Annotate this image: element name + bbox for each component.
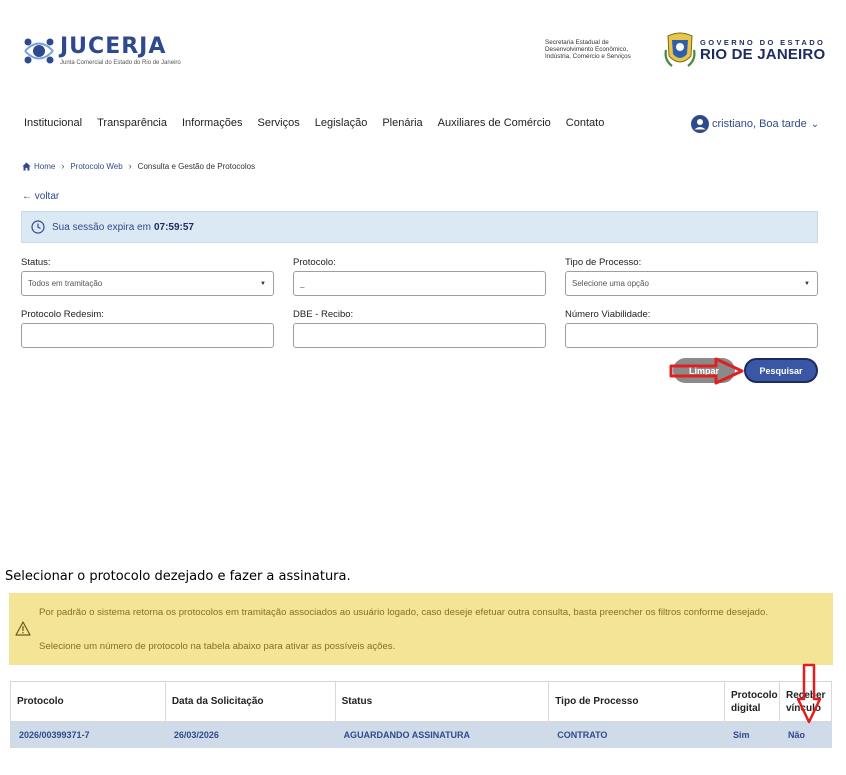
nav-item-informacoes[interactable]: Informações <box>182 117 243 129</box>
dbe-recibo-label: DBE - Recibo: <box>293 309 354 320</box>
col-protocolo-digital[interactable]: Protocolo digital <box>723 681 780 722</box>
cell-status: AGUARDANDO ASSINATURA <box>334 721 549 748</box>
chevron-right-icon: › <box>128 161 132 171</box>
logo-name: JUCERJA <box>60 34 167 59</box>
breadcrumb-home[interactable]: Home <box>34 162 55 171</box>
protocolo-redesim-input[interactable] <box>21 323 274 348</box>
dbe-recibo-input[interactable] <box>293 323 546 348</box>
cell-protocolo-digital: Sim <box>723 721 780 748</box>
tipo-processo-select-value: Selecione uma opção <box>572 279 649 288</box>
chevron-down-icon: ⌄ <box>810 118 820 130</box>
home-icon <box>22 161 31 171</box>
jucerja-logo[interactable]: JUCERJA Junta Comercial do Estado do Rio… <box>22 34 181 68</box>
info-line-2: Selecione um número de protocolo na tabe… <box>39 641 396 652</box>
annotation-arrow-right-icon <box>669 357 744 385</box>
tipo-processo-select[interactable]: Selecione uma opção ▼ <box>565 271 818 296</box>
warning-icon <box>15 621 31 636</box>
status-select[interactable]: Todos em tramitação ▼ <box>21 271 274 296</box>
caret-down-icon: ▼ <box>804 281 810 287</box>
secretaria-text: Secretaria Estadual de Desenvolvimento E… <box>545 39 631 61</box>
breadcrumb-current: Consulta e Gestão de Protocolos <box>137 161 256 171</box>
protocolo-input[interactable]: _ <box>293 271 546 296</box>
nav-item-legislacao[interactable]: Legislação <box>315 117 368 129</box>
session-text: Sua sessão expira em <box>52 221 151 233</box>
status-select-value: Todos em tramitação <box>28 279 103 288</box>
governo-rj-logo: GOVERNO DO ESTADO RIO DE JANEIRO <box>664 30 825 70</box>
nav-item-contato[interactable]: Contato <box>566 117 605 129</box>
info-alert: Por padrão o sistema retorna os protocol… <box>9 593 833 665</box>
chevron-right-icon: › <box>61 161 65 171</box>
secretaria-line: Secretaria Estadual de <box>545 39 609 46</box>
cell-data-solicitacao: 26/03/2026 <box>164 721 336 748</box>
gov-state-name: RIO DE JANEIRO <box>700 45 826 63</box>
user-menu[interactable]: cristiano, Boa tarde ⌄ <box>691 115 819 133</box>
nav-item-plenaria[interactable]: Plenária <box>382 117 422 129</box>
logo-subtitle: Junta Comercial do Estado do Rio de Jane… <box>60 60 181 66</box>
session-banner: Sua sessão expira em 07:59:57 <box>21 211 818 243</box>
search-button[interactable]: Pesquisar <box>744 358 818 383</box>
breadcrumb: Home › Protocolo Web › Consulta e Gestão… <box>22 161 255 171</box>
clock-icon <box>31 220 45 234</box>
col-tipo-processo[interactable]: Tipo de Processo <box>548 681 725 722</box>
protocolo-input-value: _ <box>300 279 305 288</box>
session-timer: 07:59:57 <box>153 221 194 233</box>
table-header-row: Protocolo Data da Solicitação Status Tip… <box>10 681 833 722</box>
protocolo-label: Protocolo: <box>293 257 336 268</box>
cell-receber-vinculo: Não <box>778 721 832 748</box>
protocolo-redesim-label: Protocolo Redesim: <box>21 309 104 320</box>
nav-item-transparencia[interactable]: Transparência <box>97 117 167 129</box>
back-link[interactable]: ← voltar <box>22 191 59 202</box>
secretaria-line: Indústria, Comércio e Serviços <box>545 53 631 61</box>
col-data-solicitacao[interactable]: Data da Solicitação <box>164 681 336 722</box>
main-nav: Institucional Transparência Informações … <box>24 117 619 129</box>
jucerja-logo-icon <box>24 38 54 64</box>
annotation-arrow-down-icon <box>796 663 822 724</box>
caret-down-icon: ▼ <box>260 281 266 287</box>
numero-viabilidade-label: Número Viabilidade: <box>565 309 651 320</box>
numero-viabilidade-input[interactable] <box>565 323 818 348</box>
nav-item-auxiliares[interactable]: Auxiliares de Comércio <box>438 117 551 129</box>
tipo-processo-label: Tipo de Processo: <box>565 257 642 268</box>
user-avatar-icon <box>691 115 709 133</box>
col-status[interactable]: Status <box>334 681 550 722</box>
table-row[interactable]: 2026/00399371-7 26/03/2026 AGUARDANDO AS… <box>10 721 832 748</box>
instruction-text: Selecionar o protocolo dezejado e fazer … <box>5 569 351 584</box>
protocol-table: Protocolo Data da Solicitação Status Tip… <box>10 681 833 748</box>
cell-tipo-processo: CONTRATO <box>548 721 725 748</box>
nav-item-institucional[interactable]: Institucional <box>24 117 82 129</box>
breadcrumb-protocolo-web[interactable]: Protocolo Web <box>70 162 122 171</box>
status-label: Status: <box>21 257 51 268</box>
info-line-1: Por padrão o sistema retorna os protocol… <box>39 607 769 618</box>
col-protocolo[interactable]: Protocolo <box>10 681 166 722</box>
state-crest-icon <box>664 32 696 67</box>
user-greeting: cristiano, Boa tarde <box>712 118 807 130</box>
cell-protocolo[interactable]: 2026/00399371-7 <box>10 721 166 748</box>
secretaria-line: Desenvolvimento Econômico, <box>545 46 628 54</box>
nav-item-servicos[interactable]: Serviços <box>258 117 300 129</box>
